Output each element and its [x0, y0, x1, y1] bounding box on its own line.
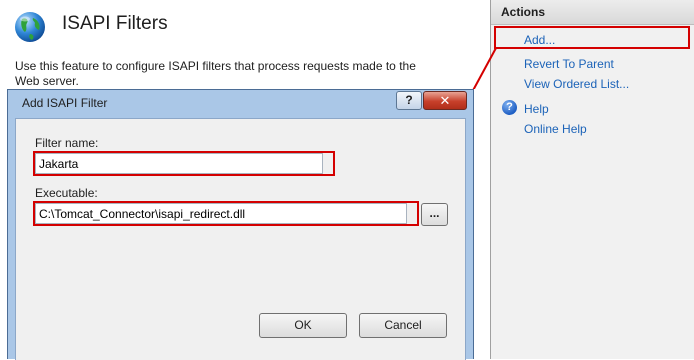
feature-pane-edge [474, 89, 490, 359]
action-view-ordered-list[interactable]: View Ordered List... [524, 77, 629, 91]
cancel-button[interactable]: Cancel [359, 313, 447, 338]
globe-icon [15, 12, 45, 42]
dialog-body: Filter name: Jakarta Executable: C:\Tomc… [15, 118, 466, 360]
help-icon: ? [502, 100, 517, 115]
filter-name-highlight [33, 151, 335, 176]
dialog-title: Add ISAPI Filter [22, 96, 108, 110]
dialog-close-button[interactable]: ✕ [423, 91, 467, 110]
executable-label: Executable: [35, 186, 98, 200]
action-online-help[interactable]: Online Help [524, 122, 587, 136]
browse-button[interactable]: ... [421, 203, 448, 226]
add-isapi-filter-dialog: Add ISAPI Filter ? ✕ Filter name: Jakart… [7, 89, 474, 360]
page-description: Use this feature to configure ISAPI filt… [15, 59, 416, 88]
ok-button[interactable]: OK [259, 313, 347, 338]
action-revert-to-parent[interactable]: Revert To Parent [524, 57, 614, 71]
filter-name-label: Filter name: [35, 136, 99, 150]
actions-header: Actions [491, 0, 694, 25]
actions-pane: Actions Add... Revert To Parent View Ord… [491, 0, 694, 359]
executable-highlight [33, 201, 419, 226]
add-action-highlight [494, 26, 690, 49]
dialog-help-button[interactable]: ? [396, 91, 422, 110]
page-title: ISAPI Filters [62, 13, 168, 34]
actions-header-label: Actions [501, 5, 546, 19]
action-help[interactable]: Help [524, 102, 549, 116]
